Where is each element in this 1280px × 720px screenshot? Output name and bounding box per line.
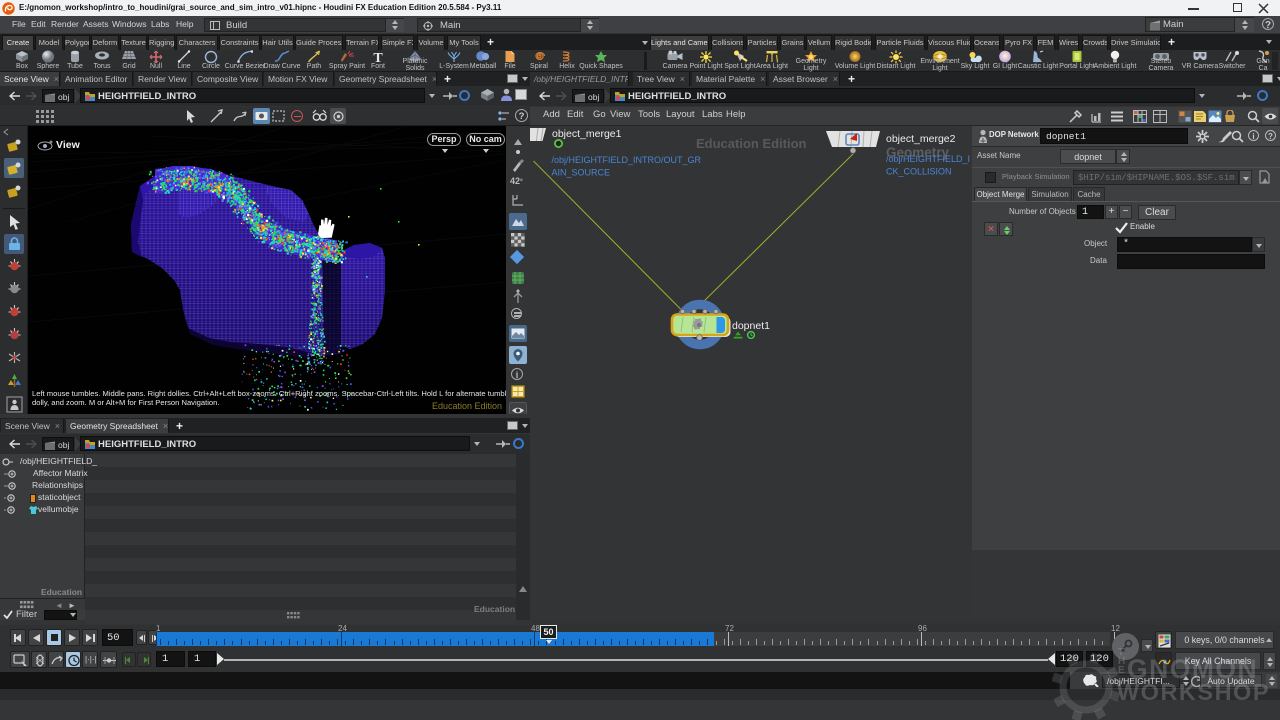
svg-text:/obj/HEIGHTFIELD_INTRO/OUT_GR: /obj/HEIGHTFIELD_INTRO/OUT_GR xyxy=(552,155,702,165)
svg-text:object_merge2: object_merge2 xyxy=(886,133,956,145)
svg-text:CK_COLLISION: CK_COLLISION xyxy=(886,167,952,177)
svg-text:AIN_SOURCE: AIN_SOURCE xyxy=(552,168,611,178)
svg-text:object_merge1: object_merge1 xyxy=(552,128,622,140)
svg-text:Education Edition: Education Edition xyxy=(696,136,807,151)
svg-text:/obj/HEIGHTFIELD_I: /obj/HEIGHTFIELD_I xyxy=(886,154,970,164)
svg-text:dopnet1: dopnet1 xyxy=(732,320,770,332)
